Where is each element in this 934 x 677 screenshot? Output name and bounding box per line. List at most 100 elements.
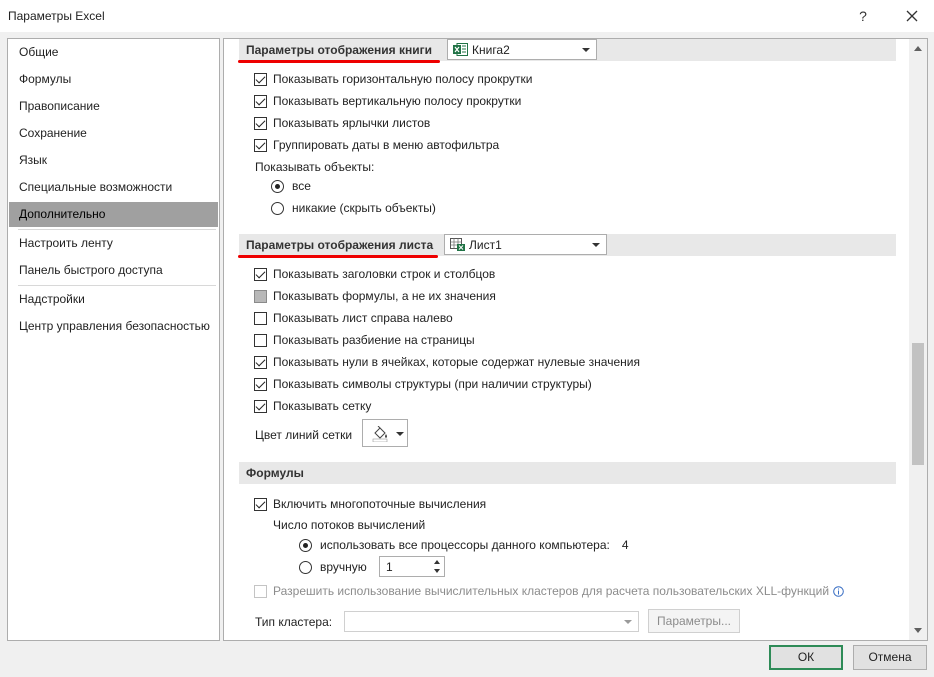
- radio-button[interactable]: [299, 560, 312, 574]
- radio-button[interactable]: [271, 179, 284, 193]
- checkbox[interactable]: [254, 333, 267, 347]
- option-label: Группировать даты в меню автофильтра: [273, 138, 500, 152]
- scroll-thumb[interactable]: [912, 343, 924, 465]
- chevron-down-icon: [582, 48, 590, 52]
- info-icon[interactable]: [833, 585, 844, 597]
- option-use-all-processors[interactable]: использовать все процессоры данного комп…: [299, 535, 629, 555]
- sidebar-item-language[interactable]: Язык: [9, 148, 218, 173]
- checkbox[interactable]: [254, 399, 267, 413]
- checkbox[interactable]: [254, 311, 267, 325]
- sheet-select[interactable]: Лист1: [444, 234, 607, 255]
- option-horizontal-scrollbar[interactable]: Показывать горизонтальную полосу прокрут…: [254, 69, 532, 89]
- option-manual-threads[interactable]: вручную: [299, 557, 367, 577]
- excel-sheet-icon: [450, 238, 465, 251]
- option-row-col-headers[interactable]: Показывать заголовки строк и столбцов: [254, 264, 495, 284]
- sheet-select-value: Лист1: [469, 238, 502, 252]
- title-bar: Параметры Excel ?: [0, 0, 934, 32]
- option-objects-all[interactable]: все: [271, 176, 311, 196]
- option-label: Показывать лист справа налево: [273, 311, 453, 325]
- checkbox[interactable]: [254, 72, 267, 86]
- option-show-zeros[interactable]: Показывать нули в ячейках, которые содер…: [254, 352, 640, 372]
- sidebar-item-accessibility[interactable]: Специальные возможности: [9, 175, 218, 200]
- sidebar-item-customize-ribbon[interactable]: Настроить ленту: [9, 231, 218, 256]
- workbook-select-value: Книга2: [472, 43, 510, 57]
- formulas-title: Формулы: [246, 466, 304, 480]
- option-right-to-left[interactable]: Показывать лист справа налево: [254, 308, 453, 328]
- option-group-dates[interactable]: Группировать даты в меню автофильтра: [254, 135, 499, 155]
- checkbox[interactable]: [254, 138, 267, 152]
- spin-up-icon[interactable]: [434, 560, 440, 564]
- option-label: вручную: [320, 560, 367, 574]
- checkbox[interactable]: [254, 267, 267, 281]
- option-label: Показывать заголовки строк и столбцов: [273, 267, 496, 281]
- option-label: Показывать горизонтальную полосу прокрут…: [273, 72, 533, 86]
- paint-bucket-icon: [372, 426, 388, 442]
- chevron-down-icon: [592, 243, 600, 247]
- option-show-gridlines[interactable]: Показывать сетку: [254, 396, 371, 416]
- checkbox[interactable]: [254, 497, 267, 511]
- help-button[interactable]: ?: [848, 2, 878, 30]
- option-label: Показывать сетку: [273, 399, 372, 413]
- sidebar-item-save[interactable]: Сохранение: [9, 121, 218, 146]
- option-label: Показывать формулы, а не их значения: [273, 289, 496, 303]
- checkbox[interactable]: [254, 94, 267, 108]
- vertical-scrollbar[interactable]: [909, 39, 927, 640]
- cluster-type-label: Тип кластера:: [255, 615, 333, 629]
- checkbox[interactable]: [254, 377, 267, 391]
- checkbox[interactable]: [254, 289, 267, 303]
- option-label: все: [292, 179, 311, 193]
- gridline-color-label: Цвет линий сетки: [255, 428, 353, 442]
- sidebar-item-formulas[interactable]: Формулы: [9, 67, 218, 92]
- option-label: никакие (скрыть объекты): [292, 201, 436, 215]
- chevron-down-icon: [624, 620, 632, 624]
- close-icon: [906, 10, 918, 22]
- threads-spinner[interactable]: 1: [379, 556, 445, 577]
- cluster-type-select: [344, 611, 639, 632]
- cluster-params-button: Параметры...: [648, 609, 740, 633]
- excel-workbook-icon: [453, 43, 468, 56]
- spin-down-icon[interactable]: [434, 569, 440, 573]
- checkbox[interactable]: [254, 355, 267, 369]
- threads-label: Число потоков вычислений: [273, 518, 426, 532]
- cancel-button[interactable]: Отмена: [853, 645, 927, 670]
- option-sheet-tabs[interactable]: Показывать ярлычки листов: [254, 113, 430, 133]
- window-title: Параметры Excel: [8, 9, 105, 23]
- annotation-underline: [238, 60, 440, 63]
- sidebar-item-general[interactable]: Общие: [9, 40, 218, 65]
- scroll-up-icon[interactable]: [914, 46, 922, 51]
- close-button[interactable]: [892, 2, 932, 30]
- option-show-formulas[interactable]: Показывать формулы, а не их значения: [254, 286, 496, 306]
- option-label: использовать все процессоры данного комп…: [320, 538, 610, 552]
- option-label: Показывать символы структуры (при наличи…: [273, 377, 592, 391]
- option-vertical-scrollbar[interactable]: Показывать вертикальную полосу прокрутки: [254, 91, 521, 111]
- book-display-title: Параметры отображения книги: [246, 43, 432, 57]
- formulas-header: Формулы: [239, 462, 896, 484]
- show-objects-label: Показывать объекты:: [255, 160, 375, 174]
- workbook-select[interactable]: Книга2: [447, 39, 597, 60]
- sidebar-item-addins[interactable]: Надстройки: [9, 287, 218, 312]
- threads-spinner-value: 1: [386, 560, 393, 574]
- sidebar-item-advanced[interactable]: Дополнительно: [9, 202, 218, 227]
- option-label: Показывать вертикальную полосу прокрутки: [273, 94, 522, 108]
- option-label: Показывать разбиение на страницы: [273, 333, 475, 347]
- ok-button[interactable]: ОК: [769, 645, 843, 670]
- option-multithread[interactable]: Включить многопоточные вычисления: [254, 494, 486, 514]
- radio-button[interactable]: [299, 538, 312, 552]
- options-panel: Параметры отображения книги Книга2 Показ…: [223, 38, 928, 641]
- option-page-breaks[interactable]: Показывать разбиение на страницы: [254, 330, 475, 350]
- sidebar-separator: [18, 229, 216, 230]
- option-label: Включить многопоточные вычисления: [273, 497, 487, 511]
- radio-button[interactable]: [271, 201, 284, 215]
- sidebar: Общие Формулы Правописание Сохранение Яз…: [7, 38, 220, 641]
- sidebar-item-quick-access[interactable]: Панель быстрого доступа: [9, 258, 218, 283]
- option-label: Показывать нули в ячейках, которые содер…: [273, 355, 640, 369]
- annotation-underline: [238, 255, 438, 258]
- scroll-down-icon[interactable]: [914, 628, 922, 633]
- gridline-color-button[interactable]: [362, 419, 408, 447]
- chevron-down-icon: [396, 432, 404, 436]
- option-outline-symbols[interactable]: Показывать символы структуры (при наличи…: [254, 374, 592, 394]
- option-objects-none[interactable]: никакие (скрыть объекты): [271, 198, 436, 218]
- sidebar-item-trust-center[interactable]: Центр управления безопасностью: [9, 314, 218, 339]
- checkbox[interactable]: [254, 116, 267, 130]
- sidebar-item-proofing[interactable]: Правописание: [9, 94, 218, 119]
